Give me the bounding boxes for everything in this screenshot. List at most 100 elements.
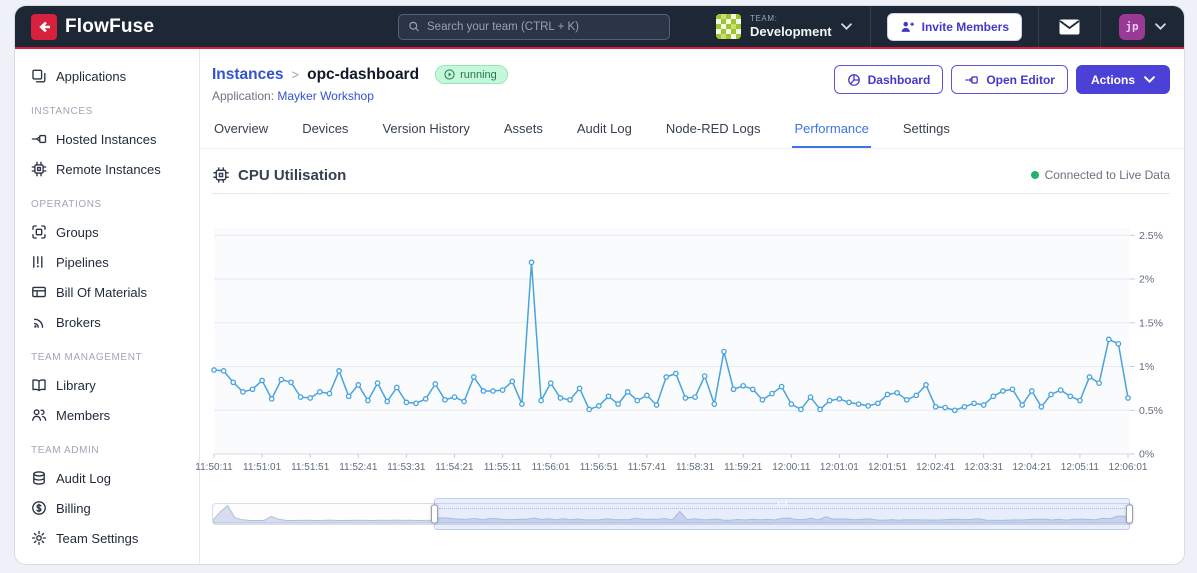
sidebar-section-heading: TEAM MANAGEMENT	[31, 352, 143, 363]
flowfuse-logo[interactable]: FlowFuse	[31, 13, 155, 40]
sidebar-item-label: Hosted Instances	[56, 131, 157, 147]
cpu-chip-icon	[213, 167, 229, 183]
user-avatar: jp	[1119, 13, 1145, 40]
sidebar-item-label: Bill Of Materials	[56, 284, 148, 300]
svg-text:12:01:51: 12:01:51	[868, 462, 907, 473]
audit-log-icon	[33, 471, 45, 485]
pipelines-icon	[33, 256, 43, 268]
svg-text:11:56:51: 11:56:51	[580, 462, 619, 473]
status-label: running	[460, 68, 497, 81]
groups-icon	[32, 225, 46, 239]
sidebar-item-label: Audit Log	[56, 470, 111, 486]
svg-text:11:50:11: 11:50:11	[195, 462, 233, 473]
svg-text:12:03:31: 12:03:31	[964, 462, 1003, 473]
sidebar-item-label: Team Settings	[56, 530, 139, 546]
invite-members-button[interactable]: Invite Members	[886, 12, 1022, 41]
live-status: Connected to Live Data	[1030, 168, 1170, 182]
sidebar-item-label: Brokers	[56, 314, 101, 330]
svg-text:11:59:21: 11:59:21	[724, 462, 763, 473]
cpu-utilisation-chart: 0% 0.5% 1% 1.5% 2% 2.5% 11:50:11 11:51:01 11:51:…	[195, 228, 1163, 473]
actions-button[interactable]: Actions	[1075, 65, 1170, 94]
tab-settings[interactable]: Settings	[901, 119, 952, 148]
team-name: Development	[749, 24, 832, 39]
sidebar-item-label: Pipelines	[56, 254, 109, 270]
open-editor-button-label: Open Editor	[986, 72, 1055, 87]
tab-devices[interactable]: Devices	[300, 119, 350, 148]
logo-text: FlowFuse	[65, 15, 155, 37]
actions-button-label: Actions	[1090, 72, 1135, 87]
svg-text:12:00:11: 12:00:11	[772, 462, 811, 473]
svg-text:11:57:41: 11:57:41	[628, 462, 667, 473]
billing-icon	[32, 501, 46, 515]
dashboard-button[interactable]: Dashboard	[833, 65, 944, 94]
user-menu[interactable]: jp	[1101, 13, 1170, 40]
sidebar-item-label: Billing	[56, 500, 91, 516]
instance-name: opc-dashboard	[307, 65, 420, 83]
sidebar-item-groups[interactable]: Groups	[15, 217, 199, 247]
svg-text:11:51:01: 11:51:01	[243, 462, 282, 473]
svg-text:1%: 1%	[1139, 361, 1154, 373]
svg-text:11:51:51: 11:51:51	[291, 462, 330, 473]
members-icon	[32, 409, 47, 421]
breadcrumb: Instances > opc-dashboard running	[212, 65, 508, 84]
tab-performance[interactable]: Performance	[792, 119, 871, 148]
sidebar-item-team-settings[interactable]: Team Settings	[15, 523, 199, 553]
sidebar-item-applications[interactable]: Applications	[15, 61, 199, 91]
pie-chart-icon	[847, 73, 860, 86]
sidebar-section-heading: INSTANCES	[31, 106, 93, 117]
sidebar-item-hosted-instances[interactable]: Hosted Instances	[15, 124, 199, 154]
app-window: FlowFuse TEAM: Development Invite Member…	[14, 5, 1185, 565]
svg-text:11:53:31: 11:53:31	[387, 462, 426, 473]
flowfuse-logo-icon	[31, 13, 57, 40]
top-navbar: FlowFuse TEAM: Development Invite Member…	[15, 6, 1184, 47]
chevron-down-icon	[1144, 75, 1155, 83]
tab-assets[interactable]: Assets	[502, 119, 545, 148]
brush-selection[interactable]	[433, 498, 1131, 530]
bom-icon	[32, 286, 46, 298]
invite-members-label: Invite Members	[921, 19, 1009, 34]
team-avatar	[715, 14, 741, 39]
notifications-button[interactable]	[1039, 6, 1100, 47]
sidebar-item-library[interactable]: Library	[15, 370, 199, 400]
svg-text:12:06:01: 12:06:01	[1109, 462, 1148, 473]
sidebar-item-billing[interactable]: Billing	[15, 493, 199, 523]
sidebar-item-label: Groups	[56, 224, 99, 240]
user-plus-icon	[901, 21, 914, 32]
sidebar-item-audit-log[interactable]: Audit Log	[15, 463, 199, 493]
hosted-instances-icon	[31, 134, 47, 144]
applications-icon	[32, 69, 46, 83]
chevron-down-icon	[1155, 22, 1166, 30]
application-link[interactable]: Mayker Workshop	[277, 89, 373, 103]
brush-handle-right[interactable]	[1126, 504, 1134, 524]
remote-instances-icon	[31, 161, 47, 177]
main-content: Instances > opc-dashboard running Applic…	[195, 49, 1184, 564]
tab-audit-log[interactable]: Audit Log	[575, 119, 634, 148]
sidebar-item-bill-of-materials[interactable]: Bill Of Materials	[15, 277, 199, 307]
live-dot-icon	[1030, 171, 1039, 179]
sidebar-item-pipelines[interactable]: Pipelines	[15, 247, 199, 277]
svg-text:11:54:21: 11:54:21	[435, 462, 474, 473]
team-search[interactable]	[397, 13, 670, 40]
sidebar-item-brokers[interactable]: Brokers	[15, 307, 199, 337]
sidebar-item-remote-instances[interactable]: Remote Instances	[15, 154, 199, 184]
dashboard-button-label: Dashboard	[867, 72, 931, 87]
svg-text:11:52:41: 11:52:41	[339, 462, 378, 473]
cpu-chart-area: 0% 0.5% 1% 1.5% 2% 2.5% 11:50:11 11:51:01 11:51:…	[195, 194, 1184, 489]
team-settings-icon	[31, 530, 47, 546]
application-label: Application:	[212, 89, 275, 103]
sidebar-item-members[interactable]: Members	[15, 400, 199, 430]
tab-version-history[interactable]: Version History	[380, 119, 471, 148]
svg-text:0%: 0%	[1139, 449, 1154, 461]
tab-node-red-logs[interactable]: Node-RED Logs	[664, 119, 763, 148]
svg-text:12:04:21: 12:04:21	[1012, 462, 1051, 473]
search-icon	[409, 21, 419, 32]
brush-handle-left[interactable]	[430, 504, 438, 524]
svg-text:12:01:01: 12:01:01	[820, 462, 859, 473]
open-editor-button[interactable]: Open Editor	[951, 65, 1068, 94]
team-switcher[interactable]: TEAM: Development	[696, 6, 870, 47]
brush-grip-icon[interactable]	[777, 501, 787, 507]
breadcrumb-instances-link[interactable]: Instances	[212, 66, 284, 84]
instance-tabs: Overview Devices Version History Assets Audi…	[200, 119, 1184, 149]
search-input[interactable]	[427, 20, 660, 33]
tab-overview[interactable]: Overview	[212, 119, 270, 148]
